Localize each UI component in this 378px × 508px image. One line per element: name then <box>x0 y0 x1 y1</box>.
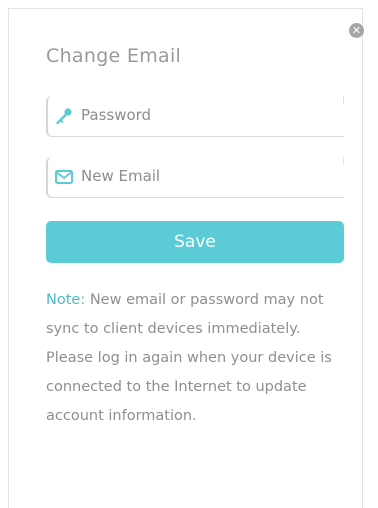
envelope-icon <box>55 170 73 184</box>
save-button[interactable]: Save <box>46 221 344 263</box>
note-label: Note: <box>46 292 86 308</box>
new-email-field[interactable]: New Email <box>46 157 344 198</box>
new-email-placeholder: New Email <box>81 167 161 185</box>
password-placeholder: Password <box>81 106 152 124</box>
note-body: New email or password may not sync to cl… <box>46 292 332 424</box>
password-field[interactable]: Password <box>46 96 344 137</box>
close-icon[interactable]: ✕ <box>349 23 364 38</box>
dialog-title: Change Email <box>46 45 182 67</box>
key-icon <box>56 108 72 125</box>
note-text: Note: New email or password may not sync… <box>46 286 336 431</box>
field-corner-mark <box>343 157 344 165</box>
field-corner-mark <box>343 96 344 104</box>
